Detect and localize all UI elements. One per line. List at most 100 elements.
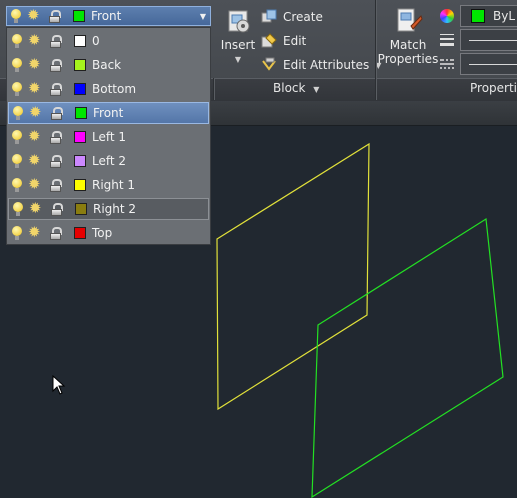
lock-icon[interactable] xyxy=(48,129,62,145)
layer-dropdown[interactable]: Front ▼ xyxy=(6,6,211,26)
edit-block-icon xyxy=(261,33,277,49)
linetype-icon xyxy=(440,57,454,71)
edit-attributes-button[interactable]: Edit Attributes ▼ xyxy=(261,57,381,73)
edit-attributes-label: Edit Attributes xyxy=(283,58,370,72)
linetype-preview xyxy=(469,64,517,65)
sun-icon[interactable] xyxy=(28,55,44,73)
layer-color-swatch[interactable] xyxy=(74,131,86,143)
mouse-cursor-icon xyxy=(52,375,66,395)
layer-name: Front xyxy=(93,106,124,120)
lock-icon[interactable] xyxy=(48,177,62,193)
sun-icon[interactable] xyxy=(27,6,43,24)
layer-color-swatch[interactable] xyxy=(75,107,87,119)
color-value: ByL xyxy=(493,9,516,23)
block-panel-title[interactable]: Block ▼ xyxy=(273,81,319,95)
lineweight-combo[interactable] xyxy=(460,29,517,51)
layer-state-icons xyxy=(9,6,73,24)
layer-color-swatch[interactable] xyxy=(74,59,86,71)
block-panel-title-text: Block xyxy=(273,81,306,95)
yellow-face-outline[interactable] xyxy=(216,142,370,411)
sun-icon[interactable] xyxy=(28,151,44,169)
color-combo[interactable]: ByL xyxy=(460,5,517,27)
layer-name: 0 xyxy=(92,34,100,48)
layer-color-swatch[interactable] xyxy=(74,35,86,47)
layer-color-swatch[interactable] xyxy=(74,155,86,167)
light-bulb-icon[interactable] xyxy=(10,225,24,241)
lock-icon[interactable] xyxy=(48,81,62,97)
layer-name: Left 1 xyxy=(92,130,127,144)
properties-panel-title-text: Propertie xyxy=(470,81,517,95)
layer-name: Right 1 xyxy=(92,178,136,192)
layer-name: Top xyxy=(92,226,113,240)
layer-color-swatch[interactable] xyxy=(74,179,86,191)
match-label-line1: Match xyxy=(389,38,427,52)
match-properties-icon xyxy=(393,6,423,36)
layer-color-swatch[interactable] xyxy=(74,227,86,239)
sun-icon[interactable] xyxy=(28,31,44,49)
properties-panel-title[interactable]: Propertie xyxy=(470,81,517,95)
light-bulb-icon[interactable] xyxy=(10,153,24,169)
current-layer-name: Front xyxy=(91,9,122,23)
create-block-icon xyxy=(261,9,277,25)
sun-icon[interactable] xyxy=(28,175,44,193)
sun-icon[interactable] xyxy=(29,199,45,217)
sun-icon[interactable] xyxy=(28,223,44,241)
layer-item-back[interactable]: Back xyxy=(8,54,209,76)
layer-item-right-1[interactable]: Right 1 xyxy=(8,174,209,196)
layer-item-0[interactable]: 0 xyxy=(8,30,209,52)
layer-color-swatch[interactable] xyxy=(75,203,87,215)
layer-item-left-1[interactable]: Left 1 xyxy=(8,126,209,148)
layer-name: Right 2 xyxy=(93,202,137,216)
layer-name: Left 2 xyxy=(92,154,127,168)
layer-name: Back xyxy=(92,58,122,72)
lock-icon[interactable] xyxy=(48,153,62,169)
layer-item-right-2[interactable]: Right 2 xyxy=(8,198,209,220)
insert-label: Insert xyxy=(220,38,256,52)
lineweight-preview xyxy=(469,40,517,41)
chevron-down-icon[interactable]: ▼ xyxy=(200,12,206,21)
layer-color-swatch xyxy=(73,10,85,22)
layer-item-left-2[interactable]: Left 2 xyxy=(8,150,209,172)
match-label-line2: Properties xyxy=(377,52,439,66)
block-panel-expand-icon[interactable]: ▼ xyxy=(313,85,319,94)
lineweight-icon xyxy=(440,33,454,47)
light-bulb-icon[interactable] xyxy=(9,8,23,24)
layer-color-swatch[interactable] xyxy=(74,83,86,95)
layer-name: Bottom xyxy=(92,82,137,96)
sun-icon[interactable] xyxy=(28,127,44,145)
edit-label: Edit xyxy=(283,34,307,48)
insert-dropdown-icon[interactable]: ▼ xyxy=(235,55,241,64)
green-face-outline[interactable] xyxy=(311,217,504,498)
lock-icon[interactable] xyxy=(48,225,62,241)
create-block-button[interactable]: Create xyxy=(261,9,323,25)
lock-icon[interactable] xyxy=(47,8,61,24)
layer-item-front[interactable]: Front xyxy=(8,102,209,124)
panel-divider xyxy=(213,78,214,100)
layer-item-top[interactable]: Top xyxy=(8,222,209,244)
layer-item-bottom[interactable]: Bottom xyxy=(8,78,209,100)
lock-icon[interactable] xyxy=(49,201,63,217)
linetype-combo[interactable] xyxy=(460,53,517,75)
edit-attributes-icon xyxy=(261,57,277,73)
sun-icon[interactable] xyxy=(29,103,45,121)
color-swatch xyxy=(471,9,485,23)
light-bulb-icon[interactable] xyxy=(10,81,24,97)
light-bulb-icon[interactable] xyxy=(10,57,24,73)
light-bulb-icon[interactable] xyxy=(10,177,24,193)
sun-icon[interactable] xyxy=(28,79,44,97)
insert-icon xyxy=(223,6,253,36)
light-bulb-icon[interactable] xyxy=(11,105,25,121)
lock-icon[interactable] xyxy=(49,105,63,121)
panel-divider xyxy=(375,78,376,100)
light-bulb-icon[interactable] xyxy=(10,33,24,49)
color-wheel-icon xyxy=(440,9,454,23)
light-bulb-icon[interactable] xyxy=(11,201,25,217)
lock-icon[interactable] xyxy=(48,33,62,49)
edit-block-button[interactable]: Edit xyxy=(261,33,306,49)
insert-button[interactable]: Insert ▼ xyxy=(219,6,257,64)
light-bulb-icon[interactable] xyxy=(10,129,24,145)
match-properties-button[interactable]: Match Properties xyxy=(377,6,439,66)
lock-icon[interactable] xyxy=(48,57,62,73)
create-label: Create xyxy=(283,10,323,24)
layer-dropdown-list: 0 Back Bottom Front Left 1 Left 2 Right … xyxy=(6,27,211,245)
